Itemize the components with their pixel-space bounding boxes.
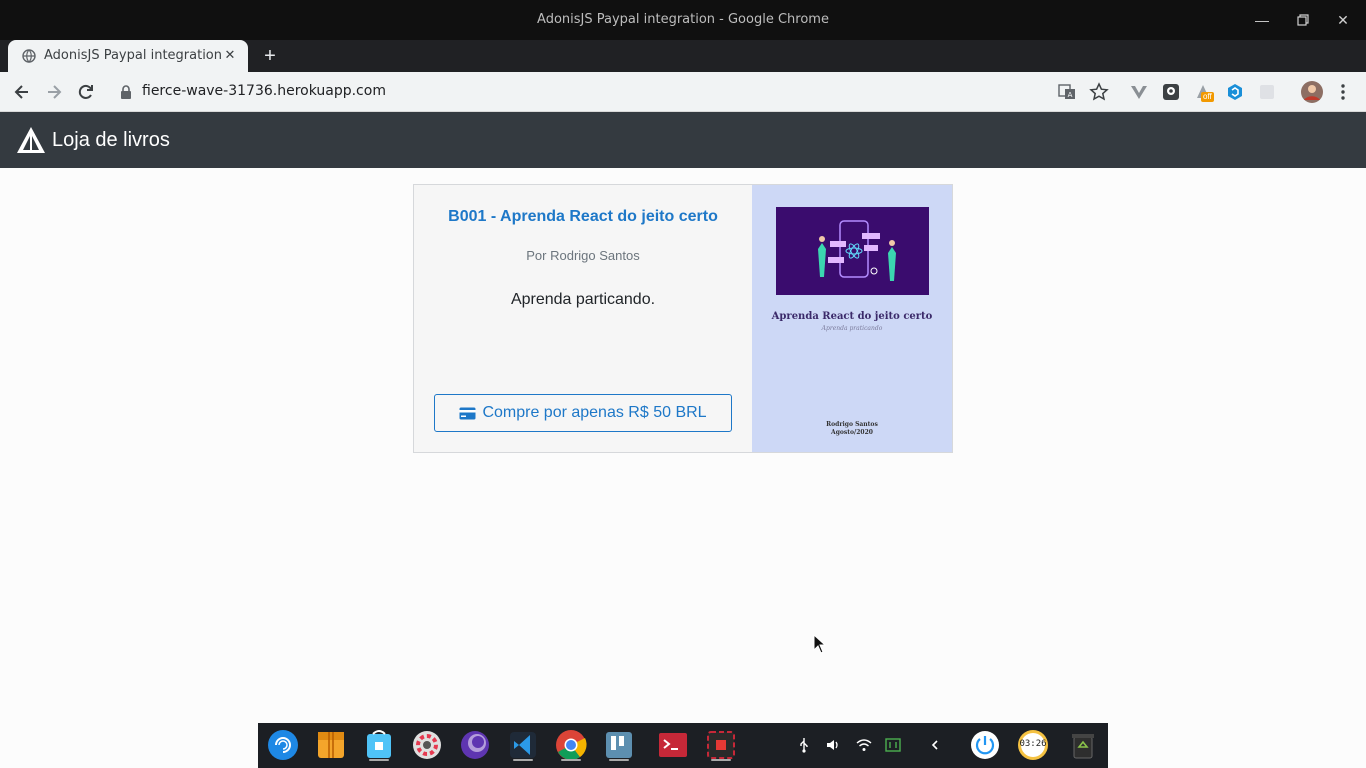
- svg-text:A: A: [1068, 91, 1073, 99]
- vscode-icon[interactable]: [506, 728, 540, 762]
- screen-recorder-icon[interactable]: [704, 728, 738, 762]
- taskbar-dock: 03:26: [258, 723, 1108, 768]
- translate-icon[interactable]: A: [1057, 82, 1077, 102]
- running-indicator: [561, 759, 581, 761]
- network-activity-icon[interactable]: [884, 736, 902, 754]
- window-titlebar: AdonisJS Paypal integration - Google Chr…: [0, 0, 1366, 40]
- running-indicator: [369, 759, 389, 761]
- brand-name[interactable]: Loja de livros: [52, 129, 170, 152]
- credit-card-icon: [459, 407, 476, 419]
- browser-icon[interactable]: [458, 728, 492, 762]
- react-devtools-icon[interactable]: off: [1193, 82, 1214, 102]
- running-indicator: [711, 759, 731, 761]
- cover-subtitle: Aprenda praticando: [821, 325, 883, 332]
- vue-devtools-icon[interactable]: [1129, 82, 1149, 102]
- volume-icon[interactable]: [824, 736, 842, 754]
- extension-hex-icon[interactable]: [1225, 82, 1245, 102]
- book-title: B001 - Aprenda React do jeito certo: [448, 208, 718, 225]
- lastpass-icon[interactable]: [1161, 82, 1181, 102]
- mountain-logo-icon[interactable]: [16, 126, 46, 154]
- new-tab-icon[interactable]: +: [259, 45, 281, 67]
- book-author: Por Rodrigo Santos: [526, 248, 640, 263]
- menu-kebab-icon[interactable]: [1333, 82, 1353, 102]
- cover-author: Rodrigo Santos: [826, 421, 878, 428]
- app-store-icon[interactable]: [362, 728, 396, 762]
- browser-tab[interactable]: AdonisJS Paypal integration ✕: [8, 40, 248, 72]
- running-indicator: [609, 759, 629, 761]
- url-text: fierce-wave-31736.herokuapp.com: [142, 83, 386, 99]
- buy-button-label: Compre por apenas R$ 50 BRL: [482, 404, 707, 421]
- mouse-cursor-icon: [813, 634, 827, 654]
- settings-icon[interactable]: [410, 728, 444, 762]
- deepin-launcher-icon[interactable]: [266, 728, 300, 762]
- back-icon[interactable]: [12, 82, 32, 102]
- browser-toolbar: fierce-wave-31736.herokuapp.com A off: [0, 72, 1366, 112]
- react-phone-illustration-icon: [818, 220, 896, 281]
- chevron-left-icon[interactable]: [926, 736, 944, 754]
- tab-title: AdonisJS Paypal integration: [44, 48, 223, 63]
- file-archiver-icon[interactable]: [314, 728, 348, 762]
- book-cover: Aprenda React do jeito certo Aprenda pra…: [752, 185, 952, 452]
- usb-icon[interactable]: [795, 736, 813, 754]
- product-card: B001 - Aprenda React do jeito certo Por …: [413, 184, 953, 453]
- forward-icon[interactable]: [44, 82, 64, 102]
- globe-icon: [22, 49, 36, 63]
- reload-icon[interactable]: [76, 82, 96, 102]
- trash-icon[interactable]: [1066, 728, 1100, 762]
- cover-illustration: [776, 207, 929, 295]
- tab-strip: AdonisJS Paypal integration ✕ +: [0, 40, 1366, 72]
- site-navbar: Loja de livros: [0, 112, 1366, 168]
- cover-title: Aprenda React do jeito certo: [771, 311, 933, 322]
- address-bar[interactable]: fierce-wave-31736.herokuapp.com: [108, 76, 1116, 108]
- lock-icon: [121, 85, 131, 99]
- clock-time: 03:26: [1019, 739, 1047, 749]
- maximize-icon[interactable]: [1293, 10, 1313, 30]
- terminal-panel-icon[interactable]: [602, 728, 636, 762]
- tab-close-icon[interactable]: ✕: [222, 47, 238, 63]
- extension-off-badge: off: [1201, 92, 1214, 102]
- chrome-icon[interactable]: [554, 728, 588, 762]
- clock-widget[interactable]: 03:26: [1016, 728, 1050, 762]
- product-card-body: B001 - Aprenda React do jeito certo Por …: [414, 185, 752, 452]
- wifi-icon[interactable]: [855, 736, 873, 754]
- minimize-icon[interactable]: —: [1252, 10, 1272, 30]
- avatar[interactable]: [1301, 81, 1323, 103]
- power-icon[interactable]: [968, 728, 1002, 762]
- extension-blank-icon[interactable]: [1257, 82, 1277, 102]
- bookmark-star-icon[interactable]: [1089, 82, 1109, 102]
- running-indicator: [513, 759, 533, 761]
- book-description: Aprenda particando.: [510, 291, 656, 308]
- close-window-icon[interactable]: ✕: [1333, 10, 1353, 30]
- window-title: AdonisJS Paypal integration - Google Chr…: [537, 12, 829, 27]
- cover-date: Agosto/2020: [831, 429, 873, 436]
- buy-button[interactable]: Compre por apenas R$ 50 BRL: [434, 394, 732, 432]
- terminal-icon[interactable]: [656, 728, 690, 762]
